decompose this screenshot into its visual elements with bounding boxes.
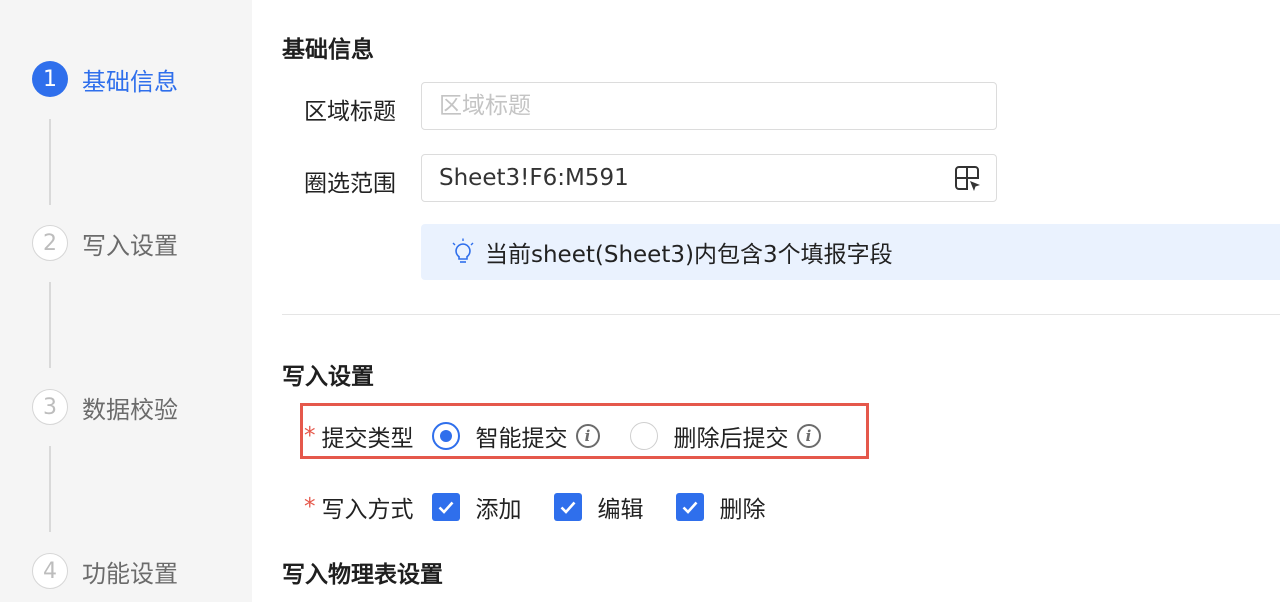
area-title-field[interactable]: [421, 82, 997, 130]
tip-banner: 当前sheet(Sheet3)内包含3个填报字段: [421, 224, 1280, 280]
info-icon[interactable]: i: [575, 424, 600, 448]
step-number: 2: [32, 225, 68, 261]
checkbox-label: 添加: [475, 497, 522, 523]
tip-text: 当前sheet(Sheet3)内包含3个填报字段: [485, 242, 893, 268]
checkbox[interactable]: [675, 493, 704, 521]
checkbox-add[interactable]: 添加: [431, 490, 522, 524]
step-label: 基础信息: [82, 67, 178, 96]
main-panel: 基础信息 区域标题 圈选范围 Sheet3!F6:M591 当前sheet(Sh…: [252, 0, 1280, 602]
step-connector: [49, 282, 51, 368]
lightbulb-icon: [452, 238, 474, 263]
step-number: 1: [32, 61, 68, 97]
checkbox[interactable]: [553, 493, 582, 521]
step-number: 3: [32, 389, 68, 425]
step-label: 写入设置: [82, 231, 178, 260]
checkbox[interactable]: [431, 493, 460, 521]
area-title-input[interactable]: [439, 93, 996, 119]
radio-button[interactable]: [431, 422, 460, 450]
submit-type-label: 提交类型: [321, 426, 414, 452]
step-write-settings[interactable]: 2 写入设置: [32, 225, 178, 261]
area-title-label: 区域标题: [304, 99, 396, 125]
range-label: 圈选范围: [304, 171, 396, 197]
step-feature-settings[interactable]: 4 功能设置: [32, 553, 178, 589]
range-value: Sheet3!F6:M591: [439, 165, 629, 191]
submit-type-row: * 提交类型 智能提交 i 删除后提交 i: [304, 419, 821, 453]
step-label: 功能设置: [82, 559, 178, 588]
radio-delete-then-submit[interactable]: 删除后提交 i: [629, 419, 821, 453]
select-range-icon[interactable]: [954, 165, 982, 193]
required-mark: *: [304, 423, 316, 449]
write-mode-label: 写入方式: [321, 497, 414, 523]
step-number: 4: [32, 553, 68, 589]
checkbox-label: 编辑: [597, 497, 644, 523]
section-title-basic: 基础信息: [282, 37, 374, 63]
step-connector: [49, 446, 51, 532]
required-mark: *: [304, 494, 316, 520]
divider: [282, 314, 1280, 315]
radio-label: 智能提交: [475, 426, 568, 452]
radio-smart-submit[interactable]: 智能提交 i: [431, 419, 600, 453]
checkmark-icon: [560, 501, 575, 514]
step-label: 数据校验: [82, 395, 178, 424]
checkmark-icon: [438, 501, 453, 514]
radio-button[interactable]: [629, 422, 658, 450]
radio-label: 删除后提交: [673, 426, 789, 452]
range-field[interactable]: Sheet3!F6:M591: [421, 154, 997, 202]
checkbox-delete[interactable]: 删除: [675, 490, 766, 524]
section-title-write: 写入设置: [282, 364, 374, 390]
write-mode-row: * 写入方式 添加 编辑 删除: [304, 490, 766, 524]
step-basic-info[interactable]: 1 基础信息: [32, 61, 178, 97]
step-connector: [49, 119, 51, 205]
section-title-physical: 写入物理表设置: [282, 562, 443, 588]
step-data-validation[interactable]: 3 数据校验: [32, 389, 178, 425]
info-icon[interactable]: i: [796, 424, 821, 448]
checkbox-label: 删除: [719, 497, 766, 523]
checkmark-icon: [682, 501, 697, 514]
steps-sidebar: 1 基础信息 2 写入设置 3 数据校验 4 功能设置: [0, 0, 252, 602]
checkbox-edit[interactable]: 编辑: [553, 490, 644, 524]
